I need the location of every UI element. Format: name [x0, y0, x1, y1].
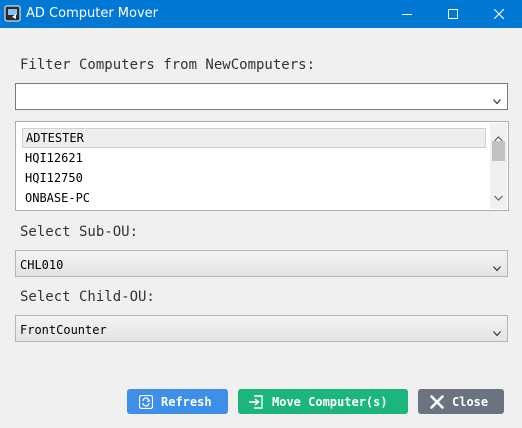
child-ou-label: Select Child-OU: [20, 289, 155, 305]
child-ou-value: FrontCounter [20, 323, 107, 337]
close-button[interactable]: Close [418, 389, 504, 414]
app-icon [4, 5, 21, 22]
minimize-icon[interactable] [384, 0, 430, 28]
title-bar[interactable]: AD Computer Mover [0, 0, 522, 28]
refresh-label: Refresh [161, 394, 212, 409]
refresh-icon [139, 394, 153, 409]
list-item[interactable]: HQI12621 [22, 148, 486, 168]
child-ou-dropdown[interactable]: FrontCounter [15, 315, 508, 342]
list-item[interactable]: ADTESTER [22, 128, 486, 148]
sub-ou-label: Select Sub-OU: [20, 224, 139, 240]
chevron-down-icon[interactable] [493, 261, 501, 275]
window-title: AD Computer Mover [26, 6, 158, 21]
chevron-down-icon[interactable] [493, 326, 501, 340]
scroll-thumb[interactable] [492, 141, 505, 161]
move-computers-button[interactable]: Move Computer(s) [238, 389, 408, 414]
filter-combobox[interactable] [15, 83, 508, 110]
scroll-down-arrow-icon[interactable] [494, 186, 503, 205]
chevron-down-icon[interactable] [493, 94, 501, 108]
sub-ou-value: CHL010 [20, 258, 64, 272]
move-arrow-icon [248, 394, 264, 409]
refresh-button[interactable]: Refresh [127, 389, 228, 414]
list-item[interactable]: ONBASE-PC [22, 188, 486, 208]
maximize-icon[interactable] [430, 0, 476, 28]
computer-list: ADTESTER HQI12621 HQI12750 ONBASE-PC [22, 128, 486, 208]
move-label: Move Computer(s) [272, 394, 388, 409]
computer-listbox[interactable]: ADTESTER HQI12621 HQI12750 ONBASE-PC [15, 121, 509, 211]
filter-label: Filter Computers from NewComputers: [20, 57, 316, 73]
sub-ou-dropdown[interactable]: CHL010 [15, 250, 508, 277]
list-item[interactable]: HQI12750 [22, 168, 486, 188]
close-icon[interactable] [476, 0, 522, 28]
list-scrollbar[interactable] [490, 123, 507, 209]
x-icon [430, 394, 444, 409]
close-label: Close [452, 394, 489, 409]
